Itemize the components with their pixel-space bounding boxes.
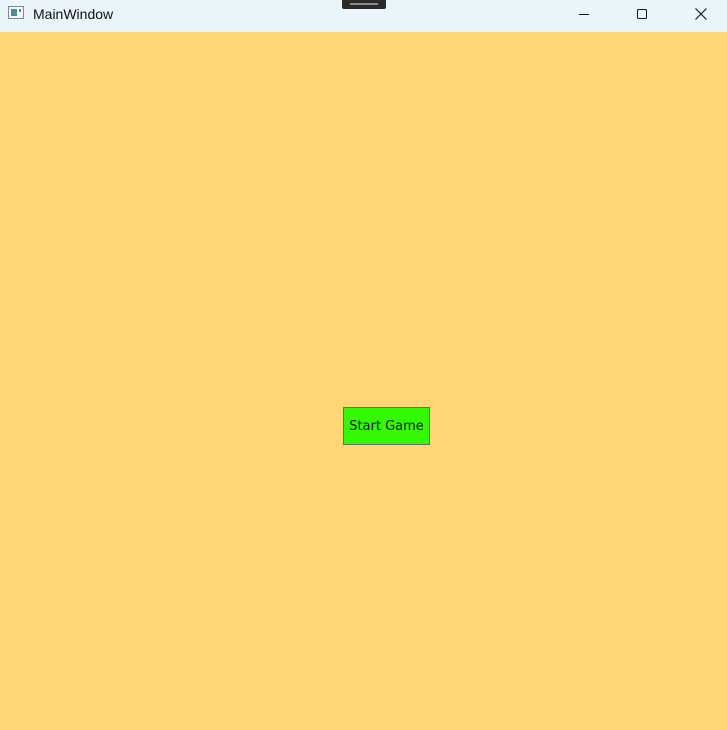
app-window-icon: [8, 6, 24, 19]
close-icon: [695, 8, 707, 20]
maximize-button[interactable]: [619, 0, 665, 28]
title-bar[interactable]: MainWindow: [0, 0, 727, 32]
start-game-button[interactable]: Start Game: [343, 407, 430, 445]
window-title: MainWindow: [33, 6, 114, 22]
main-window: MainWindow Start Game: [0, 0, 727, 730]
snap-layout-handle[interactable]: [342, 0, 386, 9]
maximize-icon: [637, 9, 647, 19]
minimize-icon: [579, 14, 589, 15]
close-button[interactable]: [678, 0, 724, 28]
minimize-button[interactable]: [561, 0, 607, 28]
